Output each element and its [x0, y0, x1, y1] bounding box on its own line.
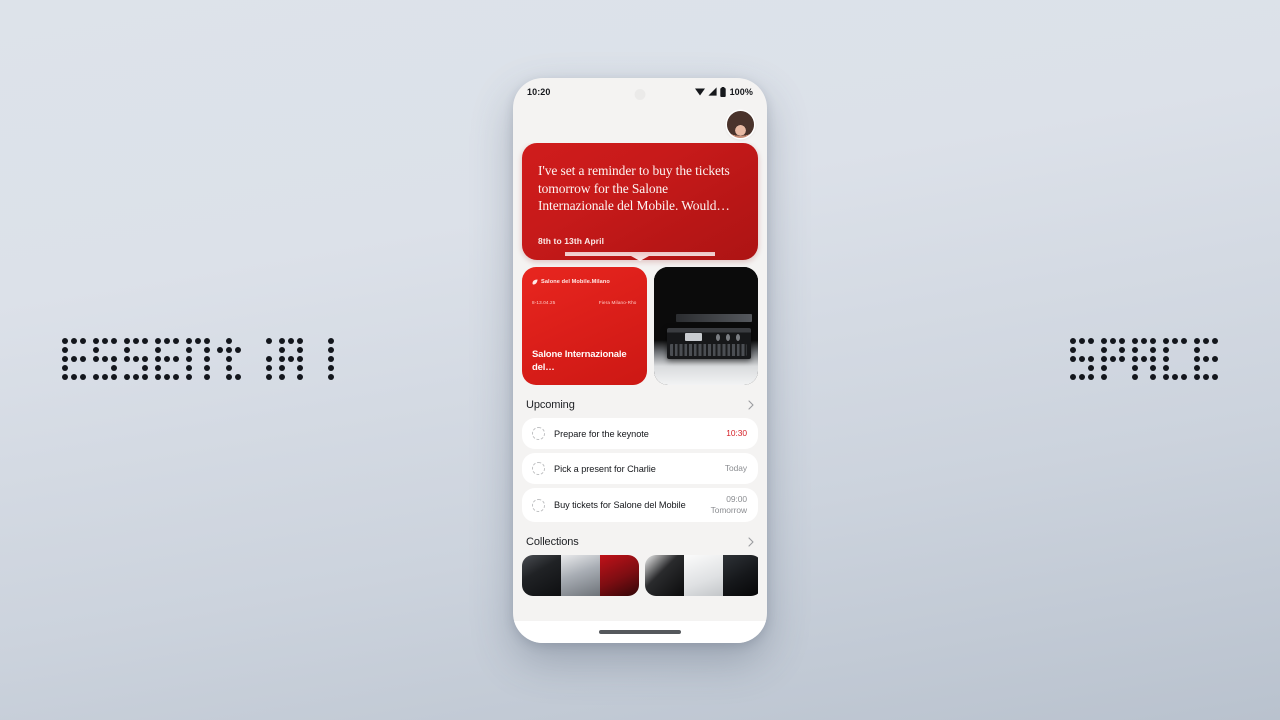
- status-indicators: 100%: [694, 86, 753, 97]
- wordmark-letter: [310, 338, 334, 380]
- device-keys: [670, 344, 748, 356]
- camera-notch-icon: [635, 89, 646, 100]
- poster-meta-row: 8-13.04.25 Fiera Milano-Rho: [532, 300, 637, 305]
- event-tiles-row: Salone del Mobile.Milano 8-13.04.25 Fier…: [522, 267, 758, 385]
- wordmark-letter: [248, 338, 272, 380]
- poster-brand-label: Salone del Mobile.Milano: [541, 279, 610, 285]
- wordmark-letter: [155, 338, 179, 380]
- wordmark-letter: [1132, 338, 1156, 380]
- device-screen: [685, 332, 703, 341]
- task-row[interactable]: Pick a present for Charlie Today: [522, 453, 758, 484]
- wordmark-letter: [1194, 338, 1218, 380]
- task-label: Pick a present for Charlie: [554, 463, 656, 474]
- wordmark-letter: [186, 338, 210, 380]
- collection-thumb: [645, 555, 684, 596]
- chevron-right-icon[interactable]: [748, 400, 754, 410]
- upcoming-section-header[interactable]: Upcoming: [522, 385, 758, 418]
- wordmark-letter: [1101, 338, 1125, 380]
- assistant-message-date: 8th to 13th April: [538, 236, 605, 246]
- device-knob-icon: [725, 333, 730, 341]
- task-time: 09:00 Tomorrow: [711, 494, 747, 516]
- task-checkbox-icon[interactable]: [532, 427, 545, 440]
- task-time: 10:30: [726, 428, 747, 438]
- chevron-right-icon[interactable]: [748, 537, 754, 547]
- task-label: Buy tickets for Salone del Mobile: [554, 500, 686, 510]
- task-row[interactable]: Buy tickets for Salone del Mobile 09:00 …: [522, 488, 758, 522]
- battery-icon: [719, 86, 726, 97]
- collections-title: Collections: [526, 536, 579, 548]
- poster-venue: Fiera Milano-Rho: [598, 300, 637, 305]
- collection-group[interactable]: [645, 555, 758, 596]
- wordmark-letter: [217, 338, 241, 380]
- task-row[interactable]: Prepare for the keynote 10:30: [522, 418, 758, 449]
- poster-dates: 8-13.04.25: [532, 300, 556, 305]
- assistant-message-card[interactable]: I've set a reminder to buy the tickets t…: [522, 143, 758, 261]
- phone-mockup: 10:20 100% I've set a reminder to buy th…: [513, 78, 767, 643]
- upcoming-task-list: Prepare for the keynote 10:30 Pick a pre…: [522, 418, 758, 522]
- home-indicator-area: [513, 621, 767, 643]
- collection-thumb: [561, 555, 600, 596]
- phone-scroll-body: I've set a reminder to buy the tickets t…: [513, 143, 767, 621]
- product-photo: [653, 267, 758, 385]
- task-time-value: 09:00: [726, 494, 747, 504]
- assistant-message-text: I've set a reminder to buy the tickets t…: [538, 163, 730, 213]
- collection-thumb: [684, 555, 723, 596]
- app-header: [513, 105, 767, 143]
- collections-section-header[interactable]: Collections: [522, 522, 758, 555]
- wordmark-letter: [62, 338, 86, 380]
- poster-brand-row: Salone del Mobile.Milano: [532, 279, 637, 285]
- status-time: 10:20: [527, 86, 551, 97]
- event-poster-tile[interactable]: Salone del Mobile.Milano 8-13.04.25 Fier…: [522, 267, 647, 385]
- avatar[interactable]: [727, 110, 754, 138]
- wordmark-letter: [1070, 338, 1094, 380]
- device-knob-icon: [735, 333, 740, 341]
- wordmark-letter: [124, 338, 148, 380]
- task-time: Today: [724, 463, 747, 473]
- task-label: Prepare for the keynote: [554, 428, 649, 439]
- device-knob-icon: [715, 333, 720, 341]
- card-tail-indicator: [565, 252, 715, 261]
- collection-thumb: [600, 555, 639, 596]
- product-top-panel: [676, 314, 752, 323]
- wifi-icon: [694, 88, 705, 96]
- task-day-value: Tomorrow: [710, 505, 747, 515]
- task-checkbox-icon[interactable]: [532, 462, 545, 475]
- wordmark-letter: [1163, 338, 1187, 380]
- wordmark-letter: [93, 338, 117, 380]
- wordmark-space: [1070, 338, 1218, 380]
- collection-group[interactable]: [522, 555, 639, 596]
- product-image-tile[interactable]: [653, 267, 758, 385]
- home-indicator[interactable]: [599, 630, 681, 634]
- collection-thumb: [522, 555, 561, 596]
- cellular-signal-icon: [707, 87, 717, 96]
- wordmark-letter: [279, 338, 303, 380]
- leaf-icon: [532, 279, 538, 285]
- battery-percent: 100%: [729, 86, 753, 97]
- collections-strip[interactable]: [522, 555, 758, 596]
- poster-title: Salone Internazionale del…: [532, 349, 627, 373]
- collection-thumb: [723, 555, 758, 596]
- task-checkbox-icon[interactable]: [532, 498, 545, 512]
- upcoming-title: Upcoming: [526, 399, 575, 411]
- wordmark-essential: [62, 338, 334, 380]
- synthesizer-device: [667, 328, 751, 360]
